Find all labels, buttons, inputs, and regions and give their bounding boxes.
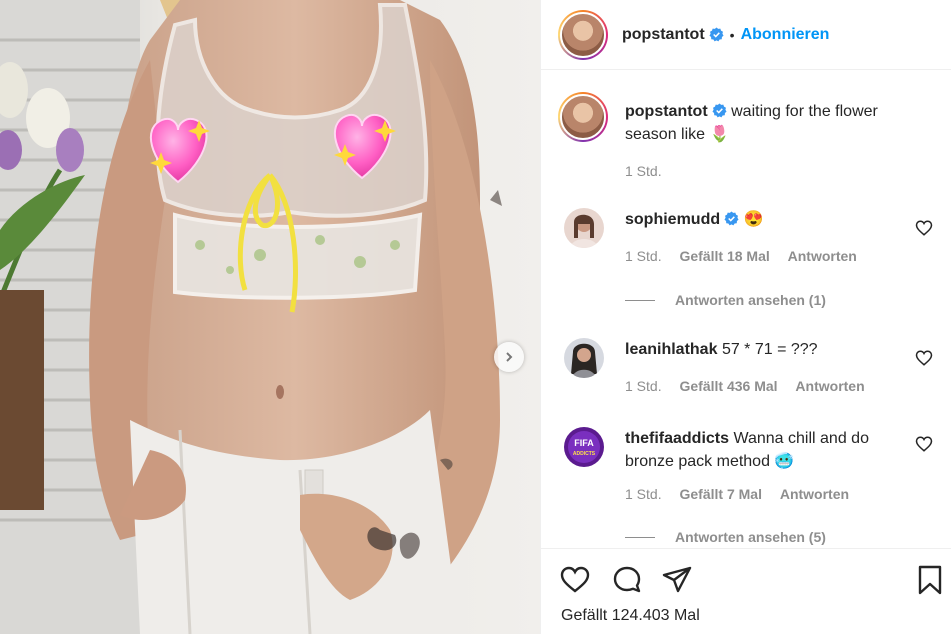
comment-text: leanihlathak 57 * 71 = ??? xyxy=(625,338,905,361)
heart-icon[interactable] xyxy=(915,219,933,237)
comment-text: thefifaaddicts Wanna chill and do bronze… xyxy=(625,427,905,473)
comment-icon[interactable] xyxy=(611,564,643,596)
next-image-button[interactable] xyxy=(494,342,524,372)
comment-time[interactable]: 1 Std. xyxy=(625,378,662,394)
caption-avatar[interactable] xyxy=(558,92,608,142)
caption-time[interactable]: 1 Std. xyxy=(625,160,925,183)
comment-body: 57 * 71 = ??? xyxy=(721,341,818,358)
view-replies-label: Antworten ansehen (1) xyxy=(675,292,826,308)
comment-username[interactable]: leanihlathak xyxy=(625,341,717,358)
view-replies-label: Antworten ansehen (5) xyxy=(675,529,826,545)
replies-divider xyxy=(625,536,655,538)
svg-text:FIFA: FIFA xyxy=(574,438,594,448)
header-separator: • xyxy=(729,26,735,43)
comment-username[interactable]: sophiemudd xyxy=(625,211,720,228)
comment-text: sophiemudd 😍 xyxy=(625,208,905,231)
replies-divider xyxy=(625,299,655,301)
comment-meta: 1 Std. Gefällt 436 Mal Antworten xyxy=(625,378,879,394)
heart-icon[interactable] xyxy=(915,435,933,453)
svg-text:ADDICTS: ADDICTS xyxy=(573,451,596,457)
paper-plane-icon[interactable] xyxy=(661,564,693,596)
post-photo[interactable] xyxy=(0,0,540,634)
instagram-post-view: popstantot • Abonnieren popstantot waiti… xyxy=(0,0,951,634)
comment-meta: 1 Std. Gefällt 7 Mal Antworten xyxy=(625,486,863,502)
verified-badge-icon xyxy=(712,103,727,118)
caption-username[interactable]: popstantot xyxy=(625,103,708,120)
view-replies-button[interactable]: Antworten ansehen (5) xyxy=(625,529,826,545)
heart-icon[interactable] xyxy=(559,564,591,596)
author-username[interactable]: popstantot xyxy=(622,26,705,44)
comment-likes[interactable]: Gefällt 436 Mal xyxy=(679,378,777,394)
comment-meta: 1 Std. Gefällt 18 Mal Antworten xyxy=(625,248,871,264)
verified-badge-icon xyxy=(724,211,739,226)
author-avatar[interactable] xyxy=(558,9,608,60)
reply-button[interactable]: Antworten xyxy=(780,486,849,502)
comment-likes[interactable]: Gefällt 7 Mal xyxy=(679,486,761,502)
post-header: popstantot • Abonnieren xyxy=(541,0,951,70)
commenter-avatar[interactable] xyxy=(564,208,604,248)
comment-likes[interactable]: Gefällt 18 Mal xyxy=(679,248,769,264)
comment-body: 😍 xyxy=(743,211,764,228)
verified-badge-icon xyxy=(709,27,724,42)
view-replies-button[interactable]: Antworten ansehen (1) xyxy=(625,292,826,308)
comment-username[interactable]: thefifaaddicts xyxy=(625,430,729,447)
reply-button[interactable]: Antworten xyxy=(788,248,857,264)
comment-time[interactable]: 1 Std. xyxy=(625,248,662,264)
bookmark-icon[interactable] xyxy=(914,564,946,596)
likes-count[interactable]: Gefällt 124.403 Mal xyxy=(561,607,700,625)
commenter-avatar[interactable]: FIFA ADDICTS xyxy=(564,427,604,467)
follow-button[interactable]: Abonnieren xyxy=(741,26,830,44)
reply-button[interactable]: Antworten xyxy=(795,378,864,394)
caption-text: popstantot waiting for the flower season… xyxy=(625,100,925,183)
chevron-right-icon xyxy=(506,352,513,362)
post-image xyxy=(0,0,540,634)
heart-icon[interactable] xyxy=(915,349,933,367)
comment-time[interactable]: 1 Std. xyxy=(625,486,662,502)
commenter-avatar[interactable] xyxy=(564,338,604,378)
comments-scroll-area[interactable]: popstantot waiting for the flower season… xyxy=(541,70,951,548)
post-side-panel: popstantot • Abonnieren popstantot waiti… xyxy=(540,0,951,634)
